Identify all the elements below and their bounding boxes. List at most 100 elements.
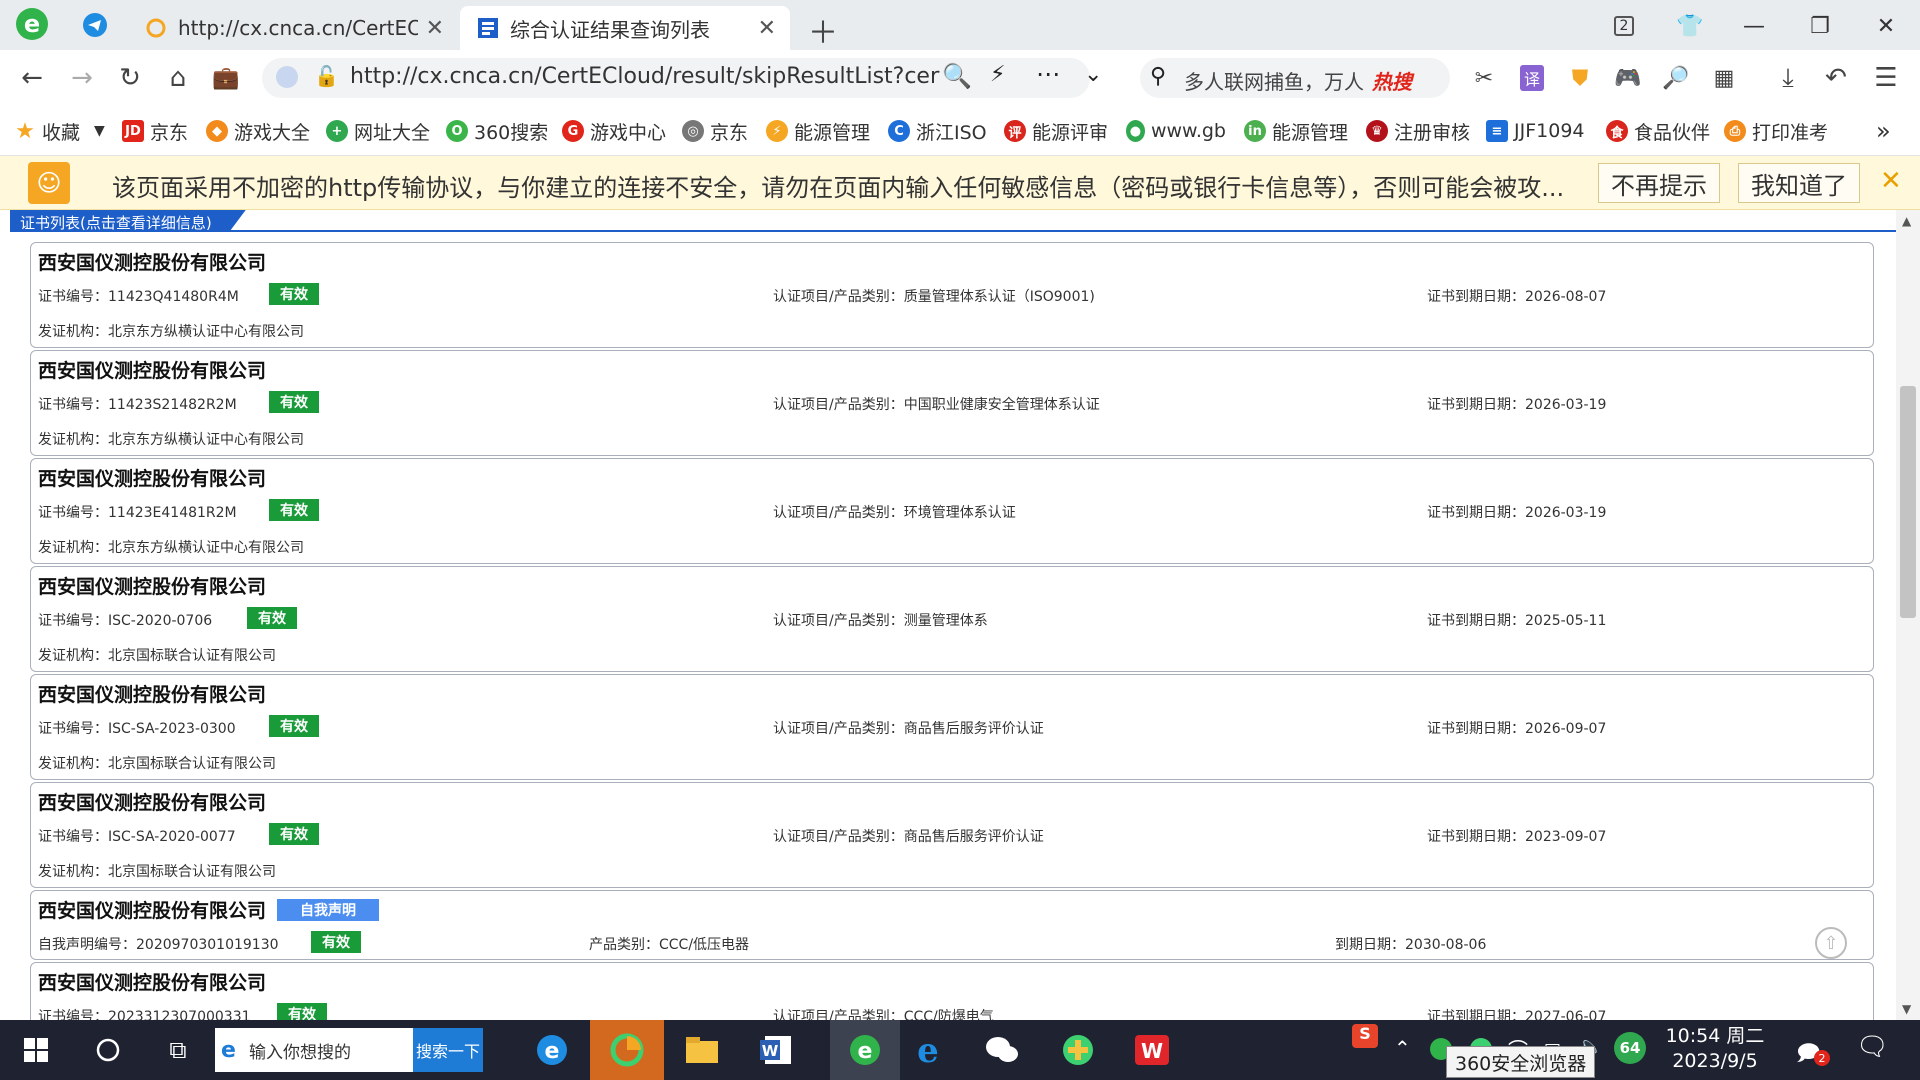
bookmark-item[interactable]: ⎙ 打印准考 bbox=[1724, 118, 1828, 144]
list-header-tab[interactable]: 证书列表(点击查看详细信息) bbox=[10, 210, 246, 232]
bookmark-item[interactable]: JD 京东 bbox=[122, 118, 188, 144]
clock-time: 10:54 周二 bbox=[1665, 1025, 1765, 1047]
bookmark-item[interactable]: ◆ 游戏大全 bbox=[206, 118, 310, 144]
tab-close-icon[interactable]: ✕ bbox=[426, 16, 444, 41]
internet-explorer-icon[interactable]: e bbox=[904, 1028, 952, 1072]
edge-icon[interactable]: e bbox=[528, 1028, 576, 1072]
url-text[interactable]: http://cx.cnca.cn/CertECloud/result/skip… bbox=[350, 64, 940, 89]
system-clock[interactable]: 10:54 周二 2023/9/5 bbox=[1660, 1024, 1770, 1074]
file-explorer-icon[interactable] bbox=[678, 1028, 726, 1072]
company-name[interactable]: 西安国仪测控股份有限公司 bbox=[38, 464, 266, 491]
new-tab-button[interactable]: ＋ bbox=[808, 8, 838, 52]
certificate-card[interactable]: 西安国仪测控股份有限公司 证书编号：11423E41481R2M 有效 认证项目… bbox=[30, 458, 1874, 564]
bookmark-item[interactable]: in 能源管理 bbox=[1244, 118, 1348, 144]
action-center-icon[interactable]: 🗨 bbox=[1856, 1032, 1889, 1062]
bookmark-item[interactable]: ≡ JJF1094 bbox=[1486, 118, 1586, 144]
certificate-card[interactable]: 西安国仪测控股份有限公司 证书编号：ISC-SA-2020-0077 有效 认证… bbox=[30, 782, 1874, 888]
task-view-icon[interactable]: ⧉ bbox=[154, 1028, 202, 1072]
company-name[interactable]: 西安国仪测控股份有限公司 bbox=[38, 788, 266, 815]
magnifier-icon[interactable]: 🔎 bbox=[1658, 60, 1694, 96]
shirt-icon[interactable]: 👕 bbox=[1670, 8, 1710, 44]
bookmark-item[interactable]: ⚡ 能源管理 bbox=[766, 118, 870, 144]
scroll-down-arrow[interactable]: ▼ bbox=[1902, 1002, 1911, 1016]
taskbar-search-button[interactable]: 搜索一下 bbox=[413, 1028, 483, 1072]
certificate-card[interactable]: 西安国仪测控股份有限公司 证书编号：ISC-2020-0706 有效 认证项目/… bbox=[30, 566, 1874, 672]
briefcase-icon[interactable]: 💼 bbox=[208, 60, 244, 96]
menu-icon[interactable]: ☰ bbox=[1868, 60, 1904, 96]
windows-start-icon[interactable] bbox=[12, 1028, 60, 1072]
360-browser-icon[interactable]: e bbox=[830, 1020, 900, 1080]
company-name[interactable]: 西安国仪测控股份有限公司 bbox=[38, 896, 266, 923]
more-bookmarks-icon[interactable]: » bbox=[1876, 117, 1891, 145]
hot-search-label[interactable]: 热搜 bbox=[1372, 66, 1412, 95]
sogou-input-icon[interactable]: S bbox=[1352, 1024, 1378, 1048]
wps-icon[interactable]: W bbox=[1128, 1028, 1176, 1072]
self-declaration-card[interactable]: 西安国仪测控股份有限公司 自我声明 自我声明编号：202097030101913… bbox=[30, 890, 1874, 960]
bookmark-item[interactable]: C 浙江ISO bbox=[888, 118, 990, 144]
wechat-icon[interactable] bbox=[978, 1028, 1026, 1072]
bookmark-item[interactable]: 评能源评审 bbox=[1004, 118, 1108, 144]
scissors-icon[interactable]: ✂ bbox=[1466, 60, 1502, 96]
bookmark-item[interactable]: 食食品伙伴 bbox=[1606, 118, 1710, 144]
tab-cert-results[interactable]: 综合认证结果查询列表 ✕ bbox=[460, 6, 790, 50]
scrollbar[interactable]: ▲ ▼ bbox=[1896, 210, 1920, 1020]
bookmark-item[interactable]: G 游戏中心 bbox=[562, 118, 666, 144]
company-name[interactable]: 西安国仪测控股份有限公司 bbox=[38, 572, 266, 599]
telegram-icon[interactable] bbox=[82, 12, 108, 38]
dismiss-warning-button[interactable]: 不再提示 bbox=[1598, 163, 1720, 203]
home-button[interactable]: ⌂ bbox=[160, 60, 196, 96]
undo-icon[interactable]: ↶ bbox=[1818, 60, 1854, 96]
tray-expand-icon[interactable]: ⌃ bbox=[1394, 1036, 1411, 1060]
tray-status-badge[interactable]: 64 bbox=[1614, 1032, 1646, 1064]
reload-button[interactable]: ↻ bbox=[112, 60, 148, 96]
tab-cnca[interactable]: http://cx.cnca.cn/CertECloud ✕ bbox=[130, 6, 458, 50]
tab-close-icon[interactable]: ✕ bbox=[758, 16, 776, 41]
more-icon[interactable]: ⋯ bbox=[1036, 60, 1060, 88]
company-name[interactable]: 西安国仪测控股份有限公司 bbox=[38, 356, 266, 383]
minimize-button[interactable]: — bbox=[1734, 8, 1774, 44]
360-app-icon[interactable] bbox=[590, 1020, 664, 1080]
scrollbar-thumb[interactable] bbox=[1900, 386, 1916, 618]
back-to-top-icon[interactable]: ⇧ bbox=[1815, 927, 1847, 959]
certificate-card[interactable]: 西安国仪测控股份有限公司 证书编号：2023312307000331 有效 认证… bbox=[30, 962, 1874, 1020]
translate-icon[interactable]: 译 bbox=[1514, 60, 1550, 96]
company-name[interactable]: 西安国仪测控股份有限公司 bbox=[38, 248, 266, 275]
chevron-down-icon[interactable]: ▼ bbox=[94, 123, 105, 139]
company-name[interactable]: 西安国仪测控股份有限公司 bbox=[38, 680, 266, 707]
search-box[interactable]: ⚲ 多人联网捕鱼，万人 热搜 bbox=[1140, 58, 1450, 98]
bookmark-item[interactable]: ● www.gb bbox=[1126, 118, 1226, 144]
bookmark-item[interactable]: ♛ 注册审核 bbox=[1366, 118, 1470, 144]
game-pad-icon[interactable]: 🎮 bbox=[1610, 60, 1646, 96]
cortana-icon[interactable] bbox=[84, 1028, 132, 1072]
address-bar[interactable]: 🔓 http://cx.cnca.cn/CertECloud/result/sk… bbox=[262, 58, 1102, 98]
close-icon[interactable]: ✕ bbox=[1880, 166, 1902, 196]
restore-button[interactable]: ❐ bbox=[1800, 8, 1840, 44]
apps-icon[interactable]: ▦ bbox=[1706, 60, 1742, 96]
taskbar-search-input[interactable]: e 输入你想搜的 bbox=[215, 1028, 413, 1072]
shield-icon[interactable] bbox=[276, 66, 298, 88]
word-icon[interactable]: W bbox=[752, 1028, 800, 1072]
security-icon[interactable]: ⛊ bbox=[1562, 60, 1598, 96]
download-icon[interactable]: ⤓ bbox=[1770, 60, 1806, 96]
certificate-card[interactable]: 西安国仪测控股份有限公司 证书编号：11423S21482R2M 有效 认证项目… bbox=[30, 350, 1874, 456]
browser-logo-icon[interactable]: e bbox=[14, 6, 50, 42]
bookmark-item[interactable]: O 360搜索 bbox=[446, 118, 548, 144]
lightning-icon[interactable]: ⚡ bbox=[990, 62, 1005, 87]
back-button[interactable]: ← bbox=[14, 60, 50, 96]
bookmark-item[interactable]: ★ 收藏 ▼ bbox=[14, 118, 105, 144]
bookmark-item[interactable]: ◎ 京东 bbox=[682, 118, 748, 144]
360-guard-icon[interactable] bbox=[1054, 1028, 1102, 1072]
acknowledge-button[interactable]: 我知道了 bbox=[1738, 163, 1860, 203]
company-name[interactable]: 西安国仪测控股份有限公司 bbox=[38, 968, 266, 995]
certificate-card[interactable]: 西安国仪测控股份有限公司 证书编号：ISC-SA-2023-0300 有效 认证… bbox=[30, 674, 1874, 780]
close-window-button[interactable]: ✕ bbox=[1866, 8, 1906, 44]
zoom-icon[interactable]: 🔍 bbox=[942, 62, 972, 90]
tab-count-badge[interactable]: 2 bbox=[1604, 8, 1644, 44]
certificate-card[interactable]: 西安国仪测控股份有限公司 证书编号：11423Q41480R4M 有效 认证项目… bbox=[30, 242, 1874, 348]
forward-button[interactable]: → bbox=[64, 60, 100, 96]
insecure-lock-icon[interactable]: 🔓 bbox=[314, 64, 339, 88]
scroll-up-arrow[interactable]: ▲ bbox=[1902, 214, 1911, 228]
chevron-down-icon[interactable]: ⌄ bbox=[1084, 62, 1102, 87]
search-input[interactable]: 多人联网捕鱼，万人 bbox=[1184, 66, 1364, 95]
bookmark-item[interactable]: + 网址大全 bbox=[326, 118, 430, 144]
